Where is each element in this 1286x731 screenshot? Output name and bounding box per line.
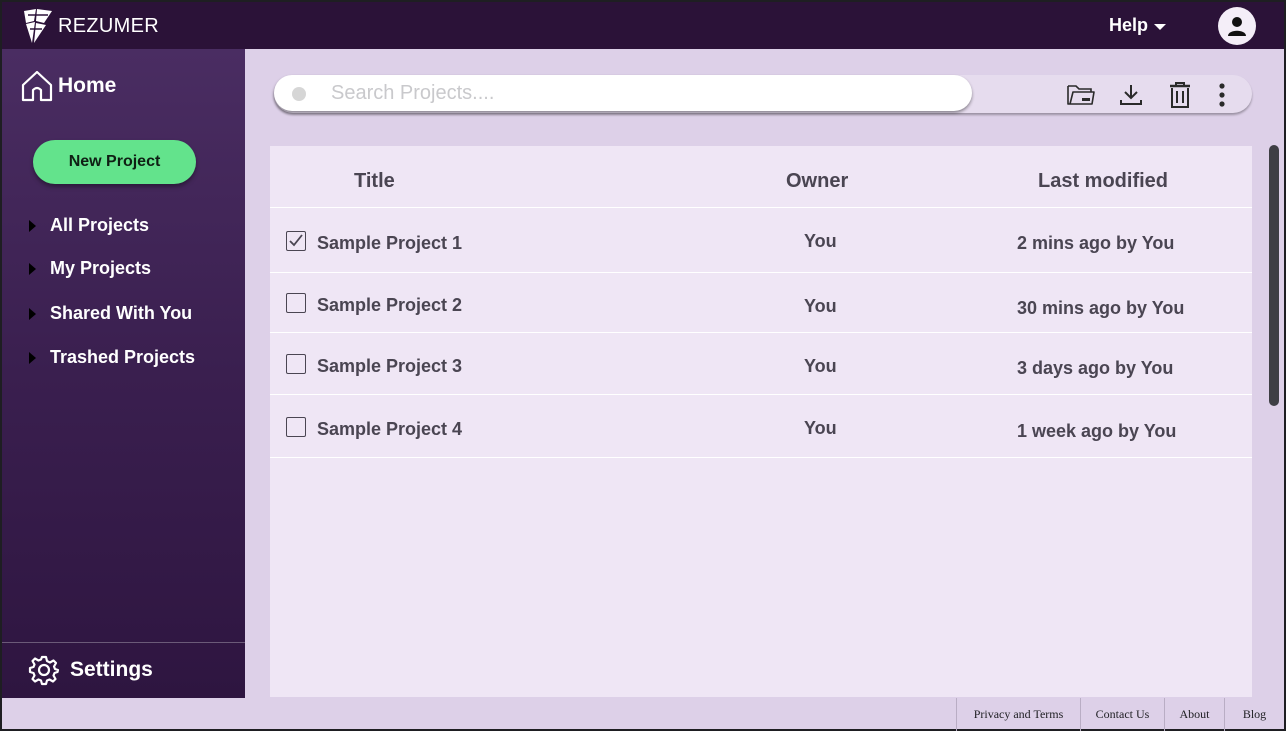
home-link[interactable]: Home bbox=[20, 69, 116, 103]
help-menu[interactable]: Help bbox=[1109, 15, 1167, 36]
top-bar: REZUMER Help bbox=[2, 2, 1284, 49]
search-toolbar bbox=[274, 75, 1252, 113]
brand-name: REZUMER bbox=[58, 14, 159, 37]
project-modified: 30 mins ago by You bbox=[1017, 298, 1185, 318]
caret-right-icon bbox=[29, 307, 36, 320]
settings-label: Settings bbox=[70, 658, 153, 681]
download-button[interactable] bbox=[1116, 81, 1146, 109]
footer-link-contact[interactable]: Contact Us bbox=[1080, 698, 1164, 731]
more-vertical-icon bbox=[1219, 83, 1225, 107]
new-project-button[interactable]: New Project bbox=[33, 140, 196, 184]
project-owner: You bbox=[804, 231, 837, 251]
project-modified: 1 week ago by You bbox=[1017, 421, 1177, 441]
table-row[interactable]: Sample Project 4 You 1 week ago by You bbox=[270, 395, 1252, 458]
table-row[interactable]: Sample Project 2 You 30 mins ago by You bbox=[270, 273, 1252, 333]
projects-table: Title Owner Last modified Sample Project… bbox=[270, 146, 1252, 697]
footer: Privacy and Terms Contact Us About Blog bbox=[2, 698, 1284, 731]
table-scrollbar[interactable] bbox=[1269, 145, 1279, 406]
sidebar-item-my-projects[interactable]: My Projects bbox=[29, 258, 151, 279]
more-options-button[interactable] bbox=[1207, 81, 1237, 109]
sidebar-item-shared-with-you[interactable]: Shared With You bbox=[29, 303, 192, 324]
sidebar-item-label: All Projects bbox=[50, 215, 150, 235]
footer-link-blog[interactable]: Blog bbox=[1224, 698, 1284, 731]
caret-right-icon bbox=[29, 219, 36, 232]
home-label: Home bbox=[58, 74, 117, 97]
chevron-down-icon bbox=[1154, 23, 1167, 30]
row-checkbox[interactable] bbox=[286, 293, 306, 313]
trash-icon bbox=[1170, 82, 1190, 108]
column-header-title[interactable]: Title bbox=[354, 170, 395, 193]
sidebar-divider bbox=[2, 642, 245, 643]
download-icon bbox=[1120, 85, 1142, 105]
search-input[interactable] bbox=[331, 79, 951, 107]
settings-link[interactable]: Settings bbox=[28, 654, 153, 686]
project-modified: 2 mins ago by You bbox=[1017, 233, 1175, 253]
project-title[interactable]: Sample Project 1 bbox=[317, 233, 462, 254]
table-row[interactable]: Sample Project 1 You 2 mins ago by You bbox=[270, 209, 1252, 273]
sidebar-item-label: Shared With You bbox=[50, 303, 193, 323]
help-label: Help bbox=[1109, 15, 1149, 35]
sidebar: Home New Project All Projects My Project… bbox=[2, 49, 245, 698]
search-icon bbox=[292, 87, 306, 101]
sidebar-item-label: My Projects bbox=[50, 258, 152, 278]
row-checkbox[interactable] bbox=[286, 354, 306, 374]
table-header: Title Owner Last modified bbox=[270, 146, 1252, 208]
project-title[interactable]: Sample Project 4 bbox=[317, 419, 462, 440]
rezumer-logo-icon bbox=[24, 9, 52, 43]
user-avatar[interactable] bbox=[1218, 7, 1256, 45]
footer-link-privacy[interactable]: Privacy and Terms bbox=[956, 698, 1080, 731]
checkmark-icon bbox=[289, 234, 303, 247]
row-checkbox[interactable] bbox=[286, 231, 306, 251]
project-owner: You bbox=[804, 356, 837, 376]
search-bar bbox=[274, 75, 972, 111]
column-header-last-modified[interactable]: Last modified bbox=[1038, 170, 1168, 193]
footer-link-about[interactable]: About bbox=[1164, 698, 1224, 731]
project-modified: 3 days ago by You bbox=[1017, 358, 1174, 378]
sidebar-item-all-projects[interactable]: All Projects bbox=[29, 215, 149, 236]
delete-button[interactable] bbox=[1165, 81, 1195, 109]
sidebar-item-trashed-projects[interactable]: Trashed Projects bbox=[29, 347, 195, 368]
sidebar-item-label: Trashed Projects bbox=[50, 347, 196, 367]
project-title[interactable]: Sample Project 3 bbox=[317, 356, 462, 377]
caret-right-icon bbox=[29, 351, 36, 364]
gear-icon bbox=[28, 655, 60, 686]
folder-open-icon bbox=[1067, 85, 1095, 105]
project-title[interactable]: Sample Project 2 bbox=[317, 295, 462, 316]
table-row[interactable]: Sample Project 3 You 3 days ago by You bbox=[270, 333, 1252, 395]
project-owner: You bbox=[804, 418, 837, 438]
user-icon bbox=[1228, 17, 1246, 36]
home-icon bbox=[21, 70, 53, 102]
row-checkbox[interactable] bbox=[286, 417, 306, 437]
column-header-owner[interactable]: Owner bbox=[786, 170, 848, 193]
caret-right-icon bbox=[29, 262, 36, 275]
open-folder-button[interactable] bbox=[1066, 81, 1096, 109]
logo[interactable]: REZUMER bbox=[22, 7, 159, 45]
project-owner: You bbox=[804, 296, 837, 316]
